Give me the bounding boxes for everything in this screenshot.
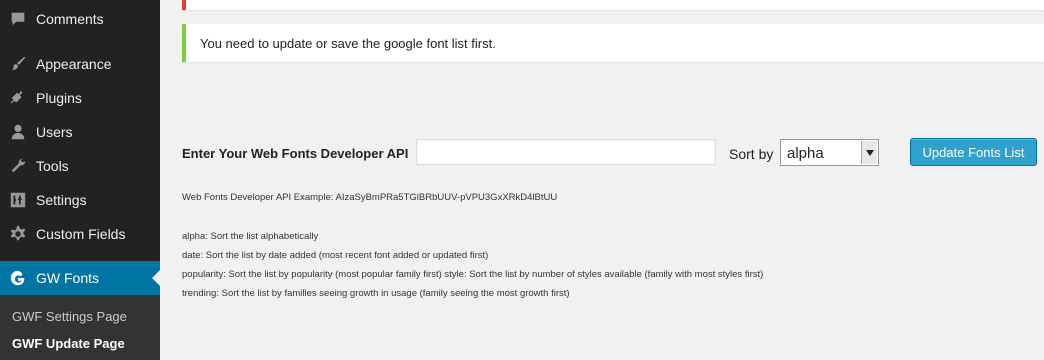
sidebar-item-label: GW Fonts [36,270,100,286]
sidebar-item-label: Plugins [36,90,82,106]
api-example-text: Web Fonts Developer API Example: AIzaSyB… [182,192,558,203]
google-g-icon [8,268,28,288]
sidebar-item-tools[interactable]: Tools [0,149,160,183]
paintbrush-icon [8,54,28,74]
help-date: date: Sort the list by date added (most … [182,250,489,261]
sidebar-item-label: Appearance [36,56,112,72]
plug-icon [8,88,28,108]
submenu-item-gwf-settings[interactable]: GWF Settings Page [12,309,127,324]
help-trending: trending: Sort the list by families seei… [182,288,570,299]
error-notice [182,0,1044,10]
sidebar-item-label: Settings [36,192,87,208]
sidebar-item-comments[interactable]: Comments [0,2,160,36]
sidebar-item-plugins[interactable]: Plugins [0,81,160,115]
sidebar-item-custom-fields[interactable]: Custom Fields [0,217,160,251]
sidebar-item-settings[interactable]: Settings [0,183,160,217]
wrench-icon [8,156,28,176]
sidebar-item-gw-fonts[interactable]: GW Fonts [0,261,160,295]
user-icon [8,122,28,142]
update-fonts-button[interactable]: Update Fonts List [910,138,1037,166]
gear-icon [8,224,28,244]
help-alpha: alpha: Sort the list alphabetically [182,231,319,242]
sidebar-item-users[interactable]: Users [0,115,160,149]
comment-icon [8,9,28,29]
api-key-label: Enter Your Web Fonts Developer API [182,146,409,161]
sort-by-value: alpha [787,145,824,162]
sidebar-item-label: Users [36,124,73,140]
sort-by-select[interactable]: alpha [780,139,879,166]
api-key-input[interactable] [416,139,716,165]
settings-sliders-icon [8,190,28,210]
sidebar-item-label: Comments [36,11,104,27]
sidebar-submenu: GWF Settings Page GWF Update Page [0,295,160,360]
sort-by-label: Sort by [729,146,774,162]
chevron-down-icon[interactable] [861,141,877,164]
help-popularity: popularity: Sort the list by popularity … [182,269,764,280]
sidebar-item-appearance[interactable]: Appearance [0,47,160,81]
submenu-item-gwf-update[interactable]: GWF Update Page [12,336,125,351]
sidebar-item-label: Custom Fields [36,226,126,242]
notice-message: You need to update or save the google fo… [200,36,496,51]
admin-sidebar: Comments Appearance Plugins Users Tools … [0,0,160,360]
update-notice: You need to update or save the google fo… [182,24,1044,62]
sidebar-item-label: Tools [36,158,69,174]
